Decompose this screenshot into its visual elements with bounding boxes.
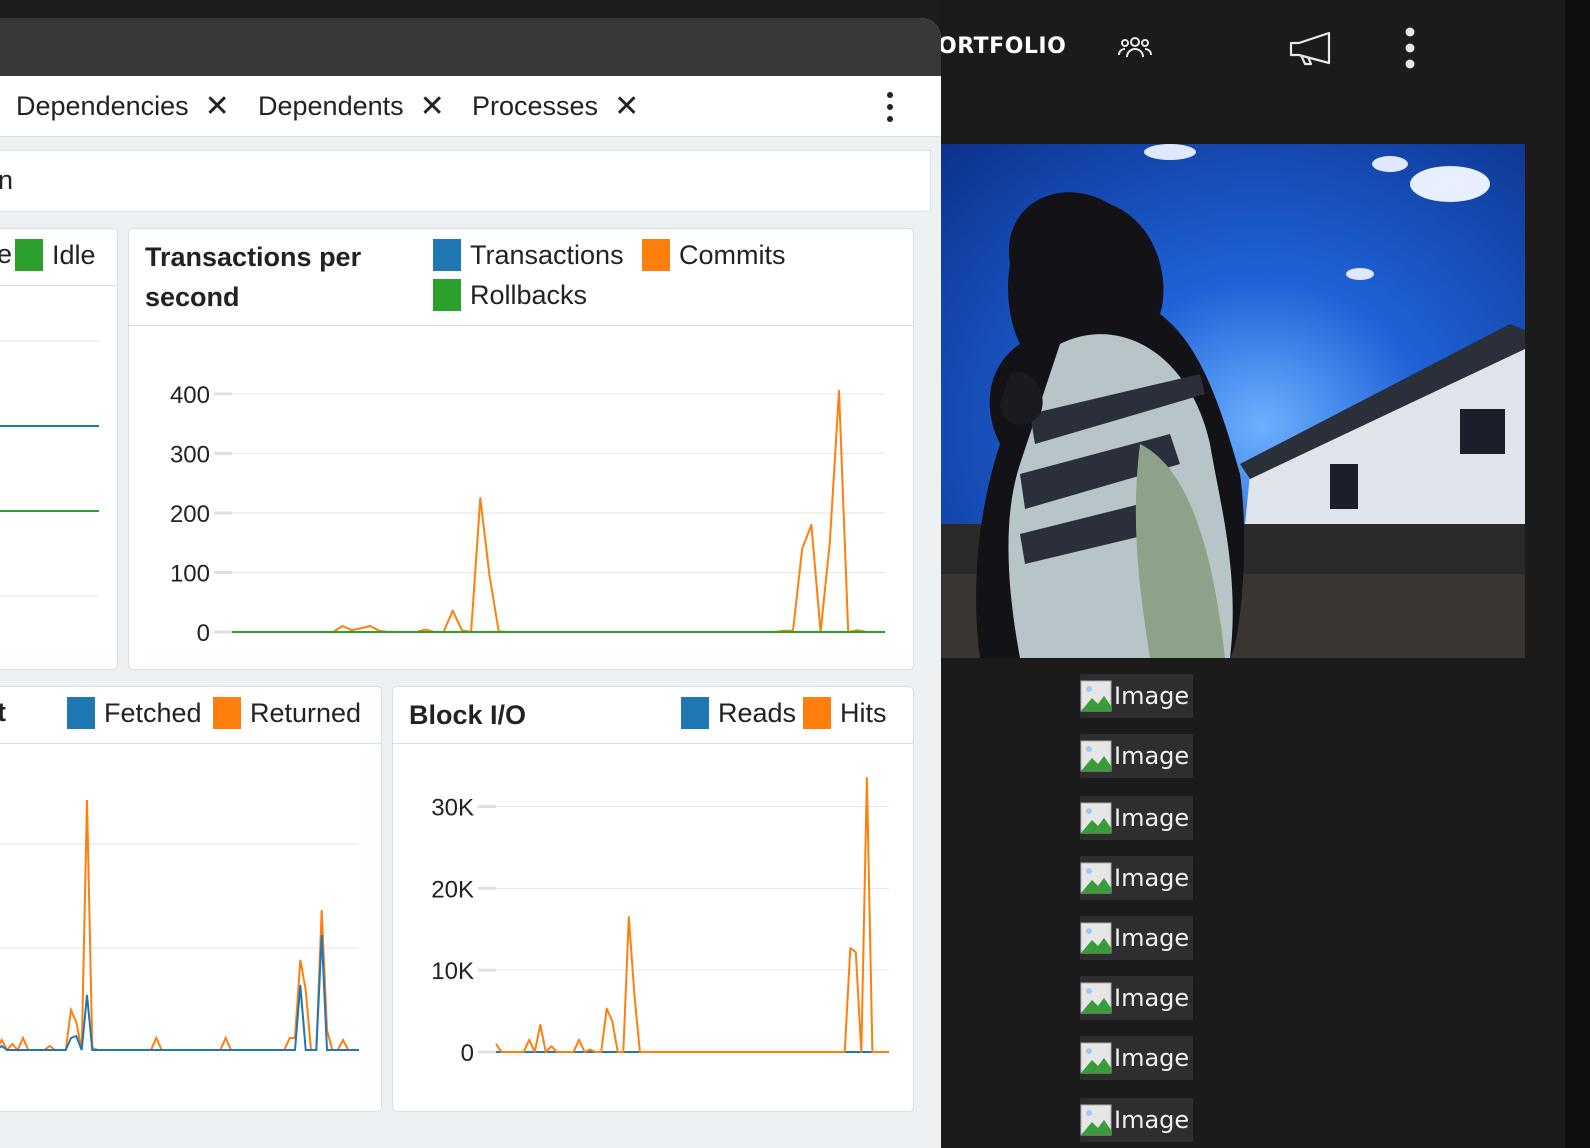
desktop-background (0, 0, 940, 20)
group-icon[interactable] (1118, 34, 1152, 60)
tab-label: Dependencies (16, 91, 189, 121)
block-io-panel: Block I/O Reads Hits 30K 20K 10K 0 (392, 686, 914, 1112)
image-alt-text: Image (1114, 1106, 1190, 1134)
y-tick-label: 20K (431, 876, 474, 903)
legend-item-hits[interactable]: Hits (803, 697, 887, 729)
legend-swatch (642, 239, 670, 271)
image-alt-text: Image (1114, 804, 1190, 832)
y-tick-label: 0 (197, 620, 210, 647)
list-item[interactable]: Image (1080, 674, 1194, 718)
legend-item-fetched[interactable]: Fetched (67, 697, 202, 729)
list-item[interactable]: Image (1080, 916, 1194, 960)
list-item[interactable]: Image (1080, 1036, 1194, 1080)
legend-swatch (67, 697, 95, 729)
list-item[interactable]: Image (1080, 976, 1194, 1020)
close-icon[interactable]: ✕ (614, 89, 639, 124)
image-alt-text: Image (1114, 864, 1190, 892)
block-io-chart: 30K 20K 10K 0 (431, 776, 889, 1067)
y-tick-label: 30K (431, 795, 474, 822)
legend-label: Transactions (470, 239, 624, 270)
y-tick-label: 200 (170, 501, 210, 528)
legend-label: Fetched (104, 697, 202, 728)
legend-item-transactions[interactable]: Transactions (433, 239, 624, 271)
legend-label: Returned (250, 697, 362, 728)
y-tick-label: 0 (461, 1040, 474, 1067)
sessions-panel: e Idle (0, 228, 118, 670)
dashboard-toolbar: n (0, 150, 931, 212)
y-tick-label: 10K (431, 958, 474, 985)
legend-label: Commits (679, 239, 786, 270)
y-tick-label: 400 (170, 382, 210, 409)
legend-swatch (15, 239, 43, 271)
toolbar-fragment: n (0, 165, 14, 195)
tuples-out-chart (0, 799, 359, 1052)
legend-label: Hits (840, 697, 887, 728)
legend-item-returned[interactable]: Returned (213, 697, 361, 729)
legend-swatch (803, 697, 831, 729)
broken-image-icon (1080, 802, 1112, 834)
panel-header: Block I/O Reads Hits (393, 687, 913, 744)
image-alt-text: Image (1114, 1044, 1190, 1072)
panel-header: t Fetched Returned (0, 687, 381, 744)
list-item[interactable]: Image (1080, 1098, 1194, 1142)
broken-image-icon (1080, 740, 1112, 772)
broken-image-icon (1080, 982, 1112, 1014)
legend-item-idle[interactable]: Idle (15, 239, 96, 271)
tab-bar: Dependencies ✕ Dependents ✕ Processes ✕ (0, 76, 941, 137)
legend-item-rollbacks[interactable]: Rollbacks (433, 279, 587, 311)
y-tick-label: 300 (170, 441, 210, 468)
legend-label: Rollbacks (470, 279, 588, 310)
image-alt-text: Image (1114, 742, 1190, 770)
legend-item-commits[interactable]: Commits (642, 239, 786, 271)
tuples-out-panel: t Fetched Returned (0, 686, 382, 1112)
legend-swatch (681, 697, 709, 729)
tab-dependents[interactable]: Dependents ✕ (258, 89, 445, 124)
tab-processes[interactable]: Processes ✕ (472, 89, 639, 124)
legend-fragment: e (0, 239, 13, 269)
series-line-returned (0, 799, 359, 1052)
panel-title: t (0, 697, 6, 727)
broken-image-icon (1080, 922, 1112, 954)
panel-header: e Idle (0, 229, 117, 286)
tab-label: Processes (472, 91, 599, 121)
close-icon[interactable]: ✕ (420, 89, 445, 124)
image-alt-text: Image (1114, 924, 1190, 952)
site-brand-link[interactable]: ORTFOLIO (938, 34, 1066, 59)
broken-image-icon (1080, 1104, 1112, 1136)
list-item[interactable]: Image (1080, 856, 1194, 900)
series-line-hits (495, 776, 889, 1053)
legend-swatch (433, 279, 461, 311)
megaphone-icon[interactable] (1288, 30, 1334, 68)
list-item[interactable]: Image (1080, 734, 1194, 778)
image-alt-text: Image (1114, 682, 1190, 710)
tps-chart: 400 300 200 100 0 (170, 382, 885, 647)
legend-label: Reads (718, 697, 797, 728)
legend-label: Idle (52, 239, 96, 270)
series-line-commits (232, 389, 885, 633)
panel-title: Transactions per second (145, 242, 362, 312)
more-vertical-icon[interactable] (886, 92, 894, 128)
y-tick-label: 100 (170, 560, 210, 587)
screen-edge (1565, 0, 1590, 1148)
broken-image-icon (1080, 862, 1112, 894)
broken-image-icon (1080, 1042, 1112, 1074)
portfolio-photo[interactable] (940, 144, 1525, 658)
image-alt-text: Image (1114, 984, 1190, 1012)
list-item[interactable]: Image (1080, 796, 1194, 840)
legend-swatch (433, 239, 461, 271)
close-icon[interactable]: ✕ (205, 89, 230, 124)
tab-label: Dependents (258, 91, 404, 121)
tab-dependencies[interactable]: Dependencies ✕ (16, 89, 230, 124)
legend-item-reads[interactable]: Reads (681, 697, 796, 729)
dashboard-window: Dependencies ✕ Dependents ✕ Processes ✕ … (0, 18, 941, 1148)
sessions-chart (0, 340, 99, 597)
tps-panel: Transactions per second Transactions Com… (128, 228, 914, 670)
more-vertical-icon[interactable] (1404, 26, 1416, 70)
panel-title: Block I/O (409, 700, 527, 730)
broken-image-icon (1080, 680, 1112, 712)
window-titlebar[interactable] (0, 18, 941, 76)
panel-header: Transactions per second Transactions Com… (129, 229, 913, 326)
legend-swatch (213, 697, 241, 729)
